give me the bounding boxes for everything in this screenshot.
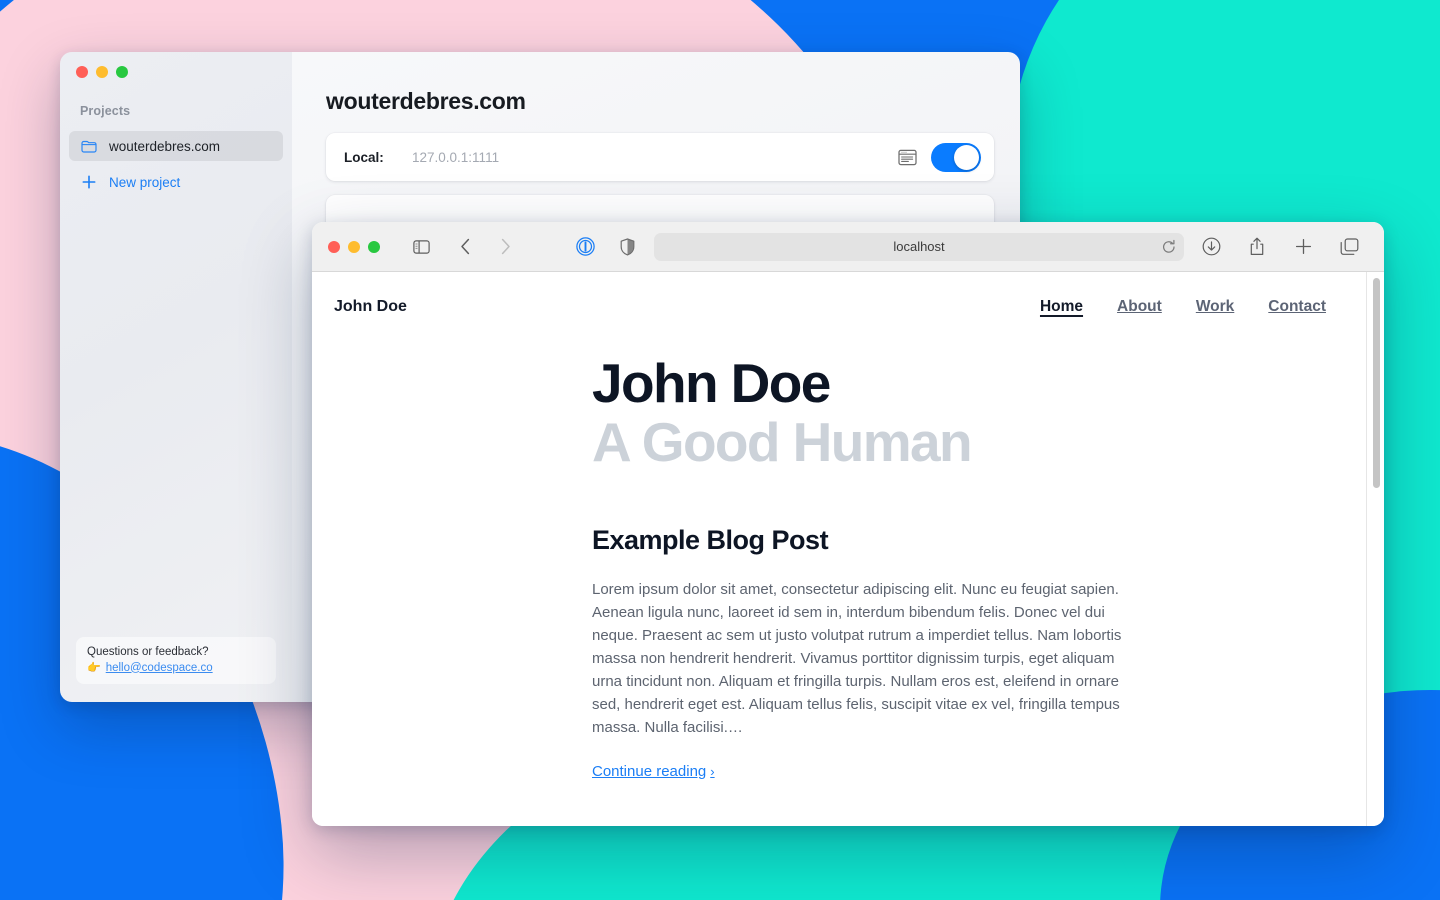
webpage-content: John Doe Home About Work Contact John Do… <box>312 272 1384 826</box>
onepassword-icon[interactable] <box>570 233 600 261</box>
scrollbar-track <box>1366 272 1367 826</box>
sidebar-item-label: wouterdebres.com <box>109 138 221 154</box>
safari-toolbar: localhost <box>312 222 1384 272</box>
page-scrollbar[interactable] <box>1366 272 1381 826</box>
sidebar-project-list: wouterdebres.com New project <box>69 131 283 197</box>
download-icon[interactable] <box>1196 233 1226 261</box>
minimize-button[interactable] <box>96 66 108 78</box>
hero-name: John Doe <box>592 352 831 414</box>
address-bar[interactable]: localhost <box>654 232 1184 261</box>
sidebar-item-new-project[interactable]: New project <box>69 167 283 197</box>
feedback-email-link[interactable]: hello@codespace.co <box>106 662 213 674</box>
local-server-address[interactable]: 127.0.0.1:1111 <box>412 150 898 165</box>
feedback-box: Questions or feedback? 👉 hello@codespace… <box>76 637 276 684</box>
local-server-toggle[interactable] <box>931 142 981 172</box>
local-server-actions <box>898 142 981 172</box>
page-title: wouterdebres.com <box>326 88 526 114</box>
toggle-knob <box>954 144 979 170</box>
sidebar-toggle-icon[interactable] <box>406 233 436 261</box>
feedback-row: 👉 hello@codespace.co <box>87 661 265 675</box>
nav-link-work[interactable]: Work <box>1196 298 1234 316</box>
minimize-button[interactable] <box>348 240 360 253</box>
sidebar-section-label: Projects <box>80 104 131 118</box>
local-server-row: Local: 127.0.0.1:1111 <box>326 133 994 181</box>
close-button[interactable] <box>328 240 340 253</box>
continue-reading-label: Continue reading <box>592 762 707 780</box>
tab-overview-icon[interactable] <box>1334 233 1364 261</box>
sidebar-item-label: New project <box>109 174 181 190</box>
feedback-title: Questions or feedback? <box>87 646 209 658</box>
log-window-icon[interactable] <box>898 149 917 166</box>
safari-traffic-lights <box>328 240 380 253</box>
hero-section: John Doe A Good Human <box>334 316 1348 473</box>
pointing-hand-icon: 👉 <box>87 662 101 674</box>
plus-icon <box>80 174 98 190</box>
nav-link-home[interactable]: Home <box>1040 298 1083 316</box>
local-server-label: Local: <box>344 149 384 165</box>
folder-icon <box>80 138 98 154</box>
nav-link-about[interactable]: About <box>1117 298 1162 316</box>
maximize-button[interactable] <box>116 66 128 78</box>
maximize-button[interactable] <box>368 240 380 253</box>
plus-icon[interactable] <box>1288 233 1318 261</box>
continue-reading-link[interactable]: Continue reading › <box>592 763 715 780</box>
webpage-viewport: John Doe Home About Work Contact John Do… <box>312 272 1384 826</box>
site-brand[interactable]: John Doe <box>334 298 407 316</box>
address-bar-value: localhost <box>893 239 945 254</box>
post-title: Example Blog Post <box>592 524 829 555</box>
chevron-right-icon: › <box>710 763 715 779</box>
blog-post: Example Blog Post Lorem ipsum dolor sit … <box>334 473 1134 781</box>
shield-icon[interactable] <box>612 233 642 261</box>
chevron-right-icon <box>490 233 520 261</box>
chevron-left-icon[interactable] <box>450 233 480 261</box>
safari-browser-window: localhost John Doe Home About Work Conta… <box>312 222 1384 826</box>
app-window-traffic-lights <box>76 66 128 78</box>
scrollbar-thumb[interactable] <box>1373 278 1380 488</box>
site-navigation: John Doe Home About Work Contact <box>334 272 1348 316</box>
nav-link-contact[interactable]: Contact <box>1268 298 1326 316</box>
hero-tagline: A Good Human <box>592 411 973 474</box>
reload-icon[interactable] <box>1162 239 1176 254</box>
share-icon[interactable] <box>1242 233 1272 261</box>
sidebar-item-wouterdebres[interactable]: wouterdebres.com <box>69 131 283 161</box>
close-button[interactable] <box>76 66 88 78</box>
desktop-background: Projects wouterdebres.com New project Qu… <box>0 0 1440 900</box>
nav-links: Home About Work Contact <box>1040 298 1336 316</box>
app-sidebar: Projects wouterdebres.com New project Qu… <box>60 52 292 702</box>
post-body: Lorem ipsum dolor sit amet, consectetur … <box>592 580 1122 736</box>
